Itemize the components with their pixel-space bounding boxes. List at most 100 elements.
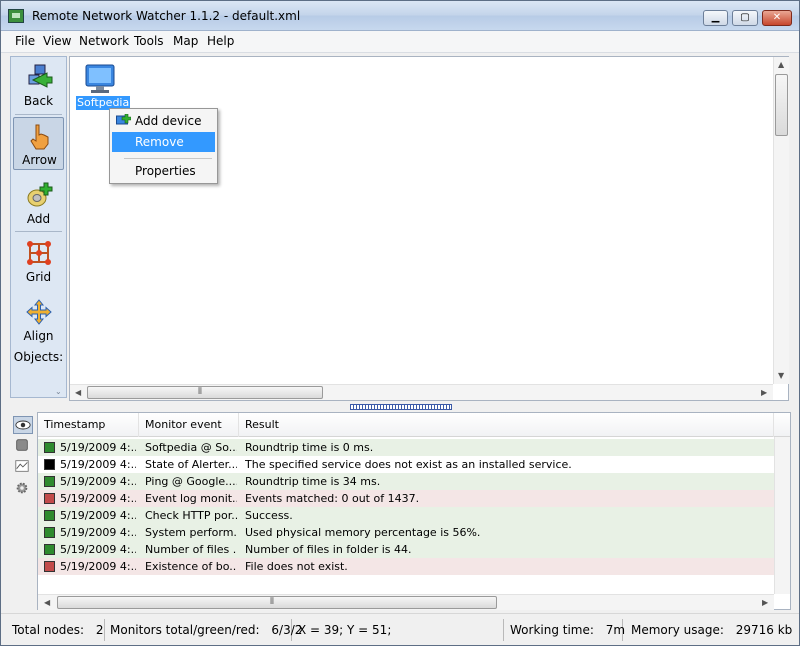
- menu-help[interactable]: Help: [207, 34, 234, 48]
- cell-monitor-event: Check HTTP por...: [145, 509, 237, 522]
- cell-monitor-event: Ping @ Google....: [145, 475, 237, 488]
- title-bar[interactable]: Remote Network Watcher 1.1.2 - default.x…: [1, 1, 799, 31]
- cell-result: File does not exist.: [245, 560, 348, 573]
- toolbar-separator: [15, 231, 62, 232]
- cell-monitor-event: Event log monit...: [145, 492, 237, 505]
- stop-button[interactable]: [13, 437, 33, 455]
- cell-timestamp: 5/19/2009 4:...: [60, 475, 136, 488]
- scroll-up-icon[interactable]: ▲: [778, 60, 784, 69]
- app-window: Remote Network Watcher 1.1.2 - default.x…: [0, 0, 800, 646]
- total-nodes-value: 2: [95, 623, 104, 637]
- table-row[interactable]: 5/19/2009 4:... State of Alerter... The sp…: [38, 456, 774, 473]
- arrow-label: Arrow: [22, 153, 57, 167]
- menu-network[interactable]: Network: [79, 34, 129, 48]
- table-row[interactable]: 5/19/2009 4:... Number of files ... Number…: [38, 541, 774, 558]
- cell-result: Used physical memory percentage is 56%.: [245, 526, 481, 539]
- event-log-table: Timestamp Monitor event Result 5/19/2009…: [37, 412, 791, 610]
- ctx-add-device[interactable]: Add device: [112, 111, 215, 131]
- scroll-thumb[interactable]: [775, 74, 788, 136]
- window-title: Remote Network Watcher 1.1.2 - default.x…: [32, 9, 301, 23]
- arrow-button[interactable]: Arrow: [13, 117, 64, 170]
- gear-icon: [16, 482, 28, 494]
- cell-timestamp: 5/19/2009 4:...: [60, 509, 136, 522]
- ctx-properties[interactable]: Properties: [112, 161, 215, 181]
- log-horizontal-scrollbar[interactable]: ◀ ⦀ ▶: [38, 594, 774, 610]
- menu-tools[interactable]: Tools: [134, 34, 164, 48]
- column-header-monitor-event[interactable]: Monitor event: [139, 413, 239, 437]
- align-objects-button[interactable]: Align Objects:: [13, 294, 64, 364]
- scroll-grip-icon: ⦀: [198, 387, 202, 397]
- menu-view[interactable]: View: [43, 34, 71, 48]
- scroll-thumb[interactable]: ⦀: [57, 596, 497, 609]
- menu-file[interactable]: File: [15, 34, 35, 48]
- minimize-button[interactable]: ▁: [703, 10, 728, 26]
- chart-icon: [15, 460, 29, 472]
- column-header-result[interactable]: Result: [239, 413, 774, 437]
- close-button[interactable]: ✕: [762, 10, 792, 26]
- ctx-remove[interactable]: Remove: [112, 132, 215, 152]
- cell-result: The specified service does not exist as …: [245, 458, 572, 471]
- status-indicator-icon: [44, 459, 55, 470]
- table-row[interactable]: 5/19/2009 4:... Event log monit... Events …: [38, 490, 774, 507]
- status-indicator-icon: [44, 561, 55, 572]
- cell-monitor-event: Number of files ...: [145, 543, 237, 556]
- scroll-left-icon[interactable]: ◀: [75, 388, 81, 397]
- map-vertical-scrollbar[interactable]: ▲ ▼: [773, 57, 789, 384]
- menu-map[interactable]: Map: [173, 34, 198, 48]
- add-device-icon: [27, 182, 53, 207]
- table-row[interactable]: 5/19/2009 4:... Ping @ Google.... Roundtri…: [38, 473, 774, 490]
- splitter-handle[interactable]: [350, 404, 452, 410]
- back-label: Back: [23, 94, 54, 108]
- grid-label: Grid: [25, 270, 52, 284]
- map-horizontal-scrollbar[interactable]: ◀ ⦀ ▶: [70, 384, 773, 400]
- memory-label: Memory usage:: [631, 623, 724, 637]
- status-indicator-icon: [44, 476, 55, 487]
- cell-timestamp: 5/19/2009 4:...: [60, 492, 136, 505]
- cell-timestamp: 5/19/2009 4:...: [60, 458, 136, 471]
- status-indicator-icon: [44, 442, 55, 453]
- left-toolbar: Back Arrow Add Grid Align Objects: ⌄: [10, 56, 67, 398]
- status-indicator-icon: [44, 493, 55, 504]
- table-header: Timestamp Monitor event Result: [38, 413, 790, 437]
- table-row[interactable]: 5/19/2009 4:... Softpedia @ So... Roundtri…: [38, 439, 774, 456]
- cell-monitor-event: Softpedia @ So...: [145, 441, 237, 454]
- back-icon: [28, 64, 53, 88]
- log-vertical-scrollbar[interactable]: [774, 437, 790, 594]
- table-row[interactable]: 5/19/2009 4:... Check HTTP por... Success.: [38, 507, 774, 524]
- table-row[interactable]: 5/19/2009 4:... System perform... Used phy…: [38, 524, 774, 541]
- back-button[interactable]: Back: [13, 59, 64, 112]
- align-icon: [26, 299, 52, 325]
- scroll-thumb[interactable]: ⦀: [87, 386, 323, 399]
- cell-result: Roundtrip time is 34 ms.: [245, 475, 381, 488]
- align-label: Align: [23, 329, 54, 343]
- chart-button[interactable]: [13, 458, 33, 476]
- add-button[interactable]: Add: [13, 177, 64, 230]
- cell-monitor-event: State of Alerter...: [145, 458, 237, 471]
- toolbar-scroll-down-icon[interactable]: ⌄: [55, 387, 62, 396]
- maximize-button[interactable]: ▢: [732, 10, 758, 26]
- table-row[interactable]: 5/19/2009 4:... Existence of bo... File do…: [38, 558, 774, 575]
- toolbar-separator: [15, 114, 62, 115]
- total-nodes-label: Total nodes:: [12, 623, 85, 637]
- scroll-right-icon[interactable]: ▶: [762, 598, 768, 607]
- eye-icon: [15, 420, 31, 430]
- status-indicator-icon: [44, 510, 55, 521]
- scroll-left-icon[interactable]: ◀: [44, 598, 50, 607]
- scroll-right-icon[interactable]: ▶: [761, 388, 767, 397]
- monitor-icon[interactable]: [84, 63, 116, 95]
- status-total-nodes: Total nodes: 2: [10, 619, 105, 641]
- cell-timestamp: 5/19/2009 4:...: [60, 560, 136, 573]
- cell-timestamp: 5/19/2009 4:...: [60, 543, 136, 556]
- settings-button[interactable]: [13, 480, 33, 498]
- eye-button[interactable]: [13, 416, 33, 434]
- grid-icon: [27, 241, 51, 265]
- app-icon: [8, 9, 24, 23]
- hand-pointer-icon: [30, 124, 49, 150]
- cell-result: Roundtrip time is 0 ms.: [245, 441, 374, 454]
- status-bar: Total nodes: 2 Monitors total/green/red:…: [1, 613, 799, 645]
- grid-button[interactable]: Grid: [13, 235, 64, 288]
- menu-bar: File View Network Tools Map Help: [1, 31, 799, 53]
- column-header-timestamp[interactable]: Timestamp: [38, 413, 139, 437]
- scroll-down-icon[interactable]: ▼: [778, 371, 784, 380]
- log-toolbar: [10, 412, 35, 610]
